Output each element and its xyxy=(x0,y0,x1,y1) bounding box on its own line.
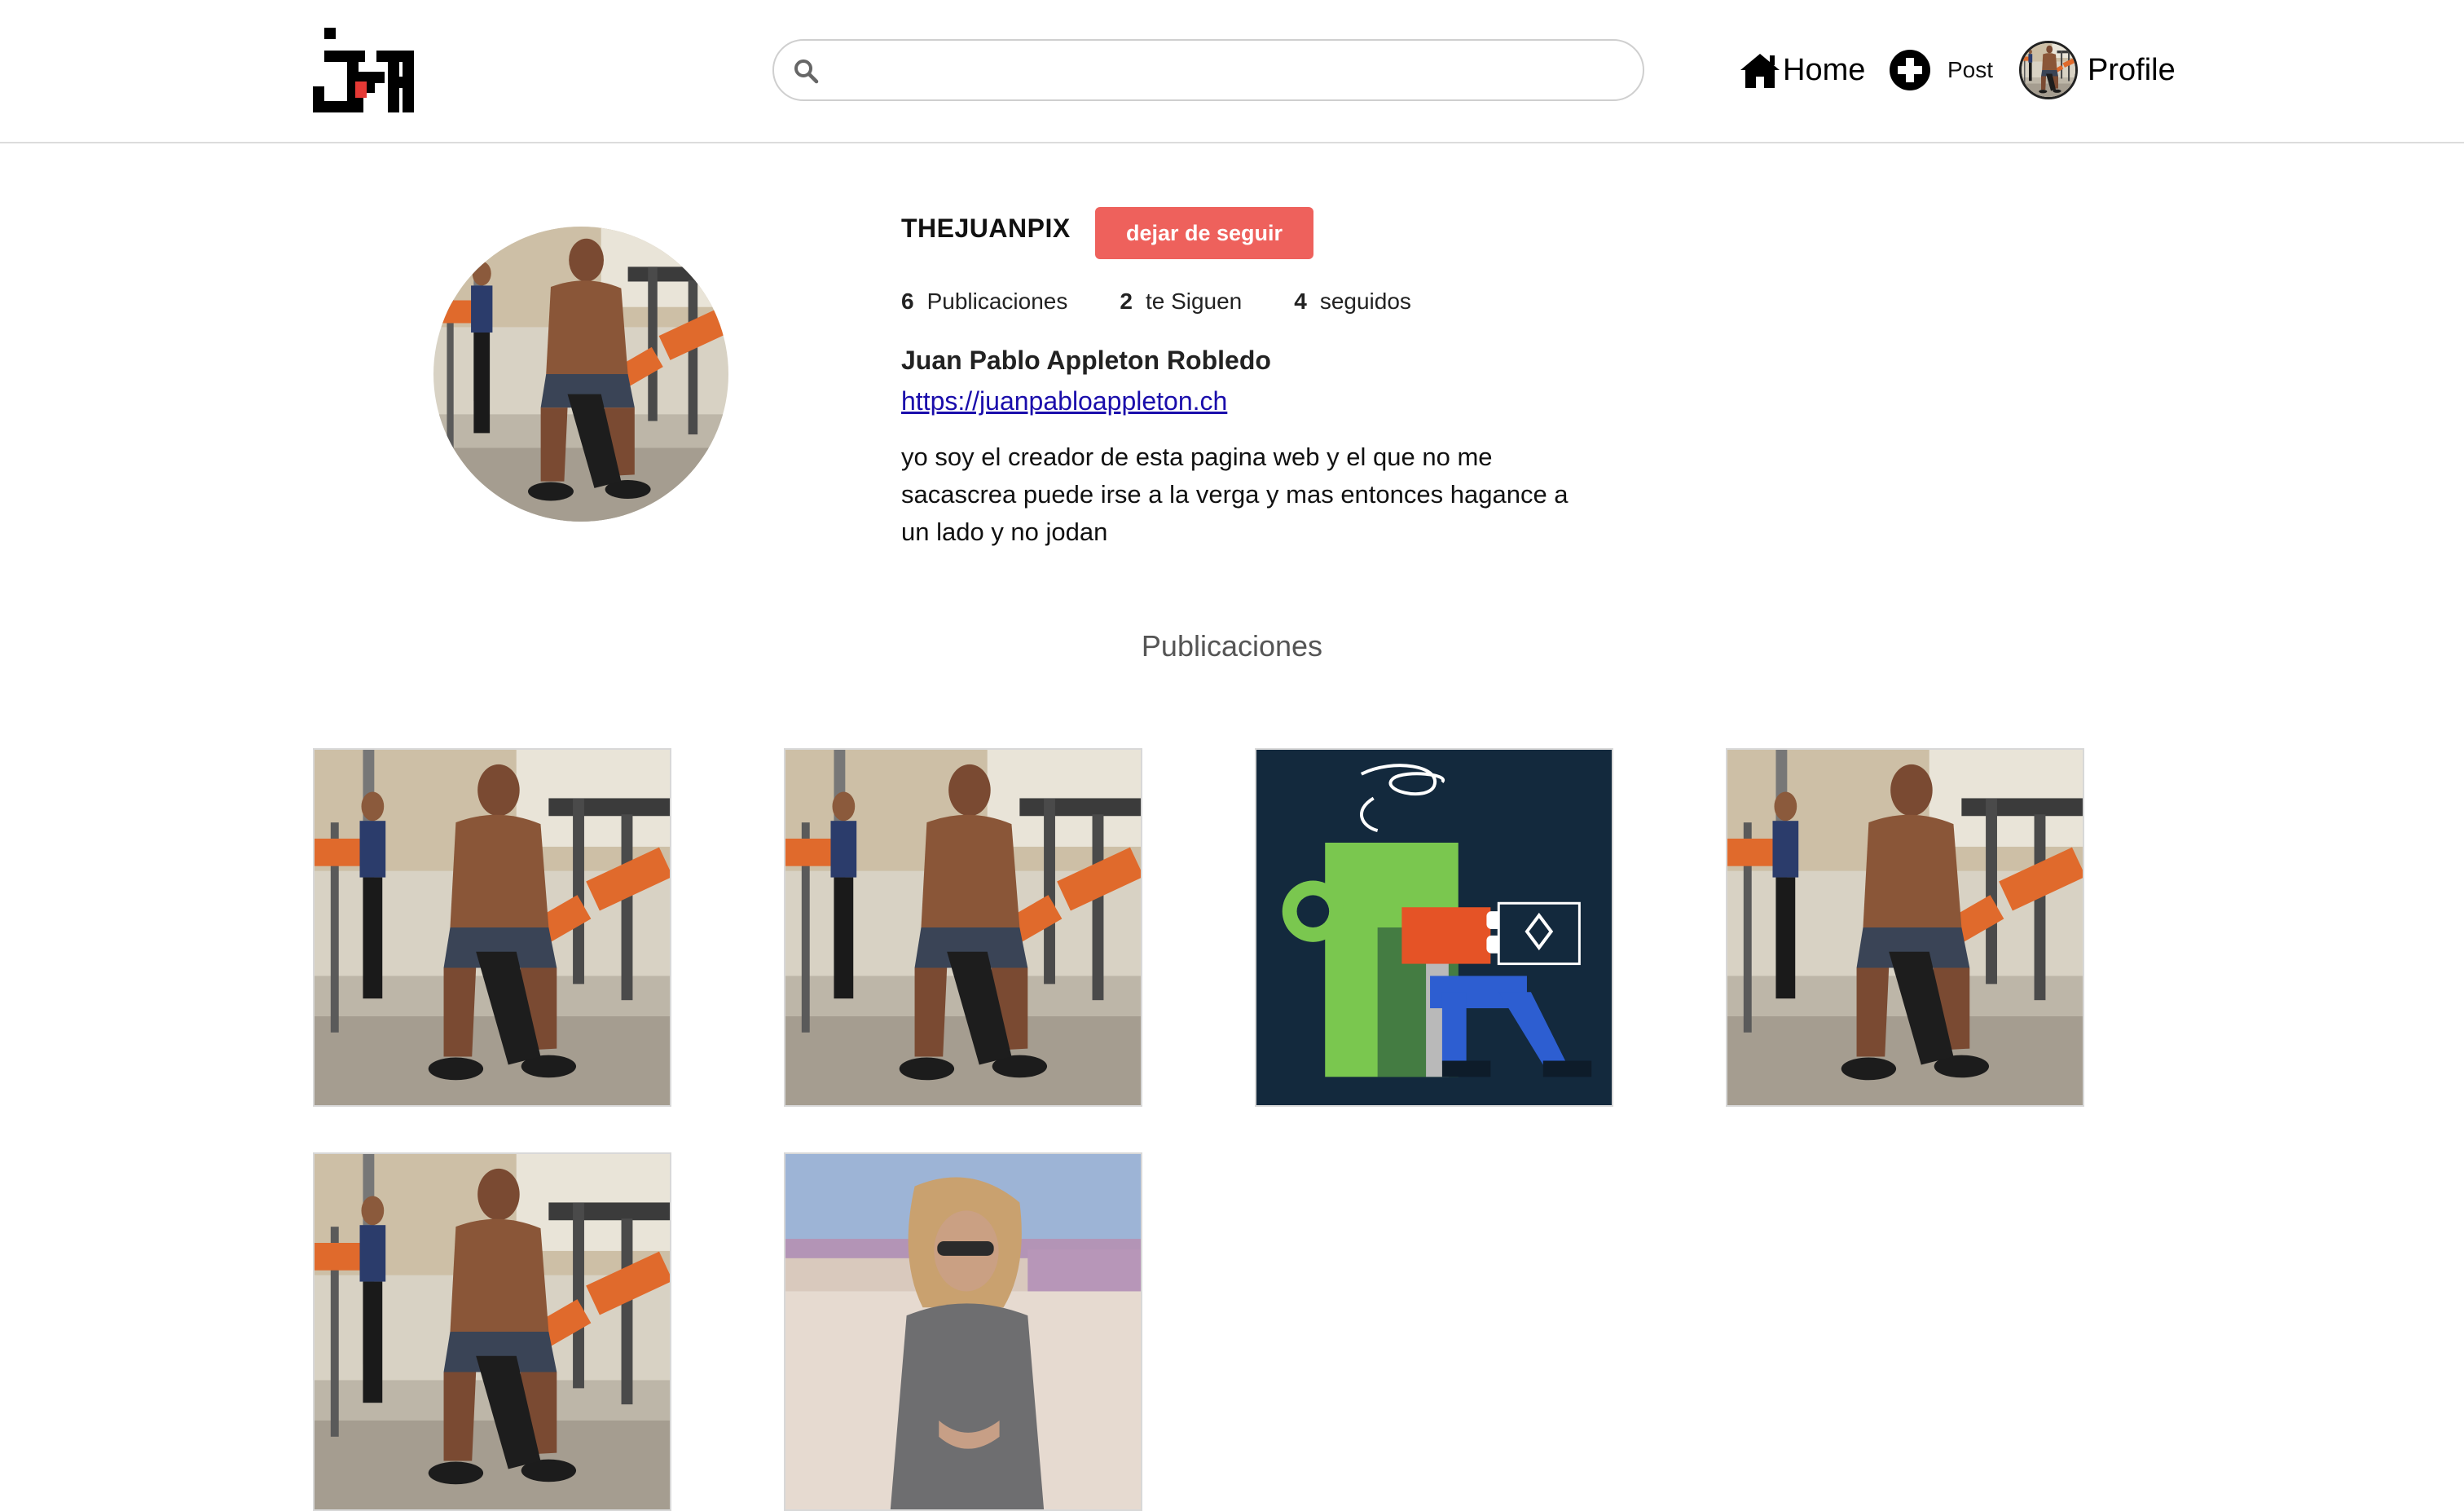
posts-heading: Publicaciones xyxy=(1141,629,1323,663)
search-icon xyxy=(794,59,819,84)
stat-posts-count: 6 xyxy=(901,289,914,314)
profile-stats: 6 Publicaciones 2 te Siguen 4 seguidos xyxy=(901,289,1411,315)
plus-circle-icon xyxy=(1890,50,1930,90)
nav-profile-label: Profile xyxy=(2088,52,2176,87)
stat-followers-count: 2 xyxy=(1120,289,1133,314)
top-navbar: Home Post Profile xyxy=(0,0,2464,143)
profile-avatar xyxy=(433,227,728,522)
stat-following-count: 4 xyxy=(1294,289,1307,314)
post-thumbnail[interactable] xyxy=(313,748,671,1107)
stat-posts-label: Publicaciones xyxy=(926,289,1068,314)
stat-followers-label: te Siguen xyxy=(1145,289,1243,314)
stat-posts: 6 Publicaciones xyxy=(901,289,1067,315)
post-thumbnail[interactable] xyxy=(1726,748,2084,1107)
search-bar xyxy=(772,39,1644,101)
post-thumbnail[interactable] xyxy=(313,1152,671,1511)
nav-post-link[interactable]: Post xyxy=(1889,46,1993,95)
nav-profile-link[interactable]: Profile xyxy=(2019,39,2176,101)
profile-full-name: Juan Pablo Appleton Robledo xyxy=(901,346,1271,375)
nav-home-link[interactable]: Home xyxy=(1739,46,1865,95)
stat-following[interactable]: 4 seguidos xyxy=(1294,289,1411,315)
profile-website-link[interactable]: https://juanpabloappleton.ch xyxy=(901,386,1227,416)
nav-home-label: Home xyxy=(1783,52,1866,87)
stat-followers[interactable]: 2 te Siguen xyxy=(1120,289,1242,315)
jpa-logo[interactable] xyxy=(313,28,414,112)
post-thumbnail[interactable] xyxy=(1255,748,1613,1107)
post-thumbnail[interactable] xyxy=(784,1152,1142,1511)
home-icon xyxy=(1740,54,1780,88)
post-thumbnail[interactable] xyxy=(784,748,1142,1107)
profile-bio: yo soy el creador de esta pagina web y e… xyxy=(901,443,1569,546)
stat-following-label: seguidos xyxy=(1319,289,1411,314)
search-input[interactable] xyxy=(831,41,1633,101)
nav-post-label: Post xyxy=(1947,57,1994,82)
profile-username: THEJUANPIX xyxy=(901,214,1071,243)
nav-avatar xyxy=(2019,41,2078,99)
unfollow-button[interactable]: dejar de seguir xyxy=(1095,207,1313,259)
